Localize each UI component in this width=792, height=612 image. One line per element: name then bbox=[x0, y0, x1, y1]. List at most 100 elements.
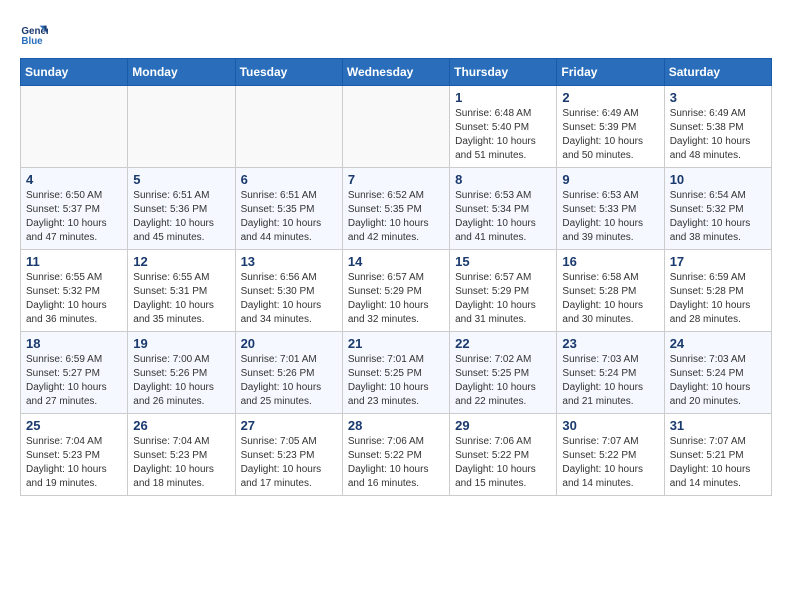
day-info: Sunrise: 7:02 AMSunset: 5:25 PMDaylight:… bbox=[455, 353, 551, 409]
day-number: 20 bbox=[241, 336, 337, 351]
day-number: 11 bbox=[26, 254, 122, 269]
calendar-day-cell: 24 Sunrise: 7:03 AMSunset: 5:24 PMDayligh… bbox=[664, 332, 771, 414]
day-info: Sunrise: 6:59 AMSunset: 5:28 PMDaylight:… bbox=[670, 271, 766, 327]
calendar-day-cell: 21 Sunrise: 7:01 AMSunset: 5:25 PMDayligh… bbox=[342, 332, 449, 414]
calendar-day-cell bbox=[128, 86, 235, 168]
weekday-header-wednesday: Wednesday bbox=[342, 59, 449, 86]
logo-icon: General Blue bbox=[20, 20, 48, 48]
day-number: 26 bbox=[133, 418, 229, 433]
calendar-day-cell: 28 Sunrise: 7:06 AMSunset: 5:22 PMDayligh… bbox=[342, 414, 449, 496]
day-number: 19 bbox=[133, 336, 229, 351]
day-info: Sunrise: 6:54 AMSunset: 5:32 PMDaylight:… bbox=[670, 189, 766, 245]
day-info: Sunrise: 6:57 AMSunset: 5:29 PMDaylight:… bbox=[348, 271, 444, 327]
day-number: 2 bbox=[562, 90, 658, 105]
calendar-day-cell bbox=[342, 86, 449, 168]
calendar-day-cell: 3 Sunrise: 6:49 AMSunset: 5:38 PMDaylight… bbox=[664, 86, 771, 168]
day-info: Sunrise: 7:01 AMSunset: 5:25 PMDaylight:… bbox=[348, 353, 444, 409]
day-info: Sunrise: 6:52 AMSunset: 5:35 PMDaylight:… bbox=[348, 189, 444, 245]
day-info: Sunrise: 7:00 AMSunset: 5:26 PMDaylight:… bbox=[133, 353, 229, 409]
calendar-day-cell: 30 Sunrise: 7:07 AMSunset: 5:22 PMDayligh… bbox=[557, 414, 664, 496]
day-info: Sunrise: 6:55 AMSunset: 5:32 PMDaylight:… bbox=[26, 271, 122, 327]
calendar-day-cell: 4 Sunrise: 6:50 AMSunset: 5:37 PMDaylight… bbox=[21, 168, 128, 250]
day-number: 8 bbox=[455, 172, 551, 187]
page-header: General Blue bbox=[20, 20, 772, 48]
weekday-header-row: SundayMondayTuesdayWednesdayThursdayFrid… bbox=[21, 59, 772, 86]
calendar-day-cell: 8 Sunrise: 6:53 AMSunset: 5:34 PMDaylight… bbox=[450, 168, 557, 250]
day-info: Sunrise: 7:07 AMSunset: 5:21 PMDaylight:… bbox=[670, 435, 766, 491]
weekday-header-friday: Friday bbox=[557, 59, 664, 86]
calendar-week-row: 1 Sunrise: 6:48 AMSunset: 5:40 PMDaylight… bbox=[21, 86, 772, 168]
calendar-day-cell: 9Sunrise: 6:53 AMSunset: 5:33 PMDaylight… bbox=[557, 168, 664, 250]
day-number: 21 bbox=[348, 336, 444, 351]
calendar-day-cell: 1 Sunrise: 6:48 AMSunset: 5:40 PMDaylight… bbox=[450, 86, 557, 168]
calendar-day-cell: 17 Sunrise: 6:59 AMSunset: 5:28 PMDayligh… bbox=[664, 250, 771, 332]
calendar-day-cell: 22 Sunrise: 7:02 AMSunset: 5:25 PMDayligh… bbox=[450, 332, 557, 414]
day-number: 7 bbox=[348, 172, 444, 187]
day-info: Sunrise: 6:56 AMSunset: 5:30 PMDaylight:… bbox=[241, 271, 337, 327]
calendar-day-cell: 27 Sunrise: 7:05 AMSunset: 5:23 PMDayligh… bbox=[235, 414, 342, 496]
day-info: Sunrise: 7:03 AMSunset: 5:24 PMDaylight:… bbox=[562, 353, 658, 409]
day-number: 5 bbox=[133, 172, 229, 187]
day-number: 12 bbox=[133, 254, 229, 269]
day-number: 22 bbox=[455, 336, 551, 351]
day-info: Sunrise: 6:53 AMSunset: 5:34 PMDaylight:… bbox=[455, 189, 551, 245]
calendar-day-cell: 15Sunrise: 6:57 AMSunset: 5:29 PMDayligh… bbox=[450, 250, 557, 332]
day-number: 24 bbox=[670, 336, 766, 351]
calendar-day-cell: 12 Sunrise: 6:55 AMSunset: 5:31 PMDayligh… bbox=[128, 250, 235, 332]
weekday-header-monday: Monday bbox=[128, 59, 235, 86]
day-info: Sunrise: 7:04 AMSunset: 5:23 PMDaylight:… bbox=[26, 435, 122, 491]
calendar-table: SundayMondayTuesdayWednesdayThursdayFrid… bbox=[20, 58, 772, 496]
day-info: Sunrise: 7:07 AMSunset: 5:22 PMDaylight:… bbox=[562, 435, 658, 491]
calendar-day-cell bbox=[21, 86, 128, 168]
calendar-day-cell: 19 Sunrise: 7:00 AMSunset: 5:26 PMDayligh… bbox=[128, 332, 235, 414]
calendar-day-cell: 31Sunrise: 7:07 AMSunset: 5:21 PMDayligh… bbox=[664, 414, 771, 496]
day-info: Sunrise: 7:04 AMSunset: 5:23 PMDaylight:… bbox=[133, 435, 229, 491]
calendar-day-cell: 6 Sunrise: 6:51 AMSunset: 5:35 PMDaylight… bbox=[235, 168, 342, 250]
day-number: 29 bbox=[455, 418, 551, 433]
calendar-day-cell: 11 Sunrise: 6:55 AMSunset: 5:32 PMDayligh… bbox=[21, 250, 128, 332]
day-number: 3 bbox=[670, 90, 766, 105]
calendar-day-cell: 26 Sunrise: 7:04 AMSunset: 5:23 PMDayligh… bbox=[128, 414, 235, 496]
day-info: Sunrise: 6:48 AMSunset: 5:40 PMDaylight:… bbox=[455, 107, 551, 163]
day-info: Sunrise: 7:06 AMSunset: 5:22 PMDaylight:… bbox=[455, 435, 551, 491]
calendar-day-cell: 5 Sunrise: 6:51 AMSunset: 5:36 PMDaylight… bbox=[128, 168, 235, 250]
calendar-day-cell: 29 Sunrise: 7:06 AMSunset: 5:22 PMDayligh… bbox=[450, 414, 557, 496]
day-info: Sunrise: 7:06 AMSunset: 5:22 PMDaylight:… bbox=[348, 435, 444, 491]
day-number: 10 bbox=[670, 172, 766, 187]
day-number: 1 bbox=[455, 90, 551, 105]
calendar-week-row: 25 Sunrise: 7:04 AMSunset: 5:23 PMDayligh… bbox=[21, 414, 772, 496]
day-info: Sunrise: 6:59 AMSunset: 5:27 PMDaylight:… bbox=[26, 353, 122, 409]
day-number: 30 bbox=[562, 418, 658, 433]
day-info: Sunrise: 6:49 AMSunset: 5:39 PMDaylight:… bbox=[562, 107, 658, 163]
day-number: 17 bbox=[670, 254, 766, 269]
day-number: 15 bbox=[455, 254, 551, 269]
day-info: Sunrise: 6:53 AMSunset: 5:33 PMDaylight:… bbox=[562, 189, 658, 245]
calendar-week-row: 11 Sunrise: 6:55 AMSunset: 5:32 PMDayligh… bbox=[21, 250, 772, 332]
svg-text:Blue: Blue bbox=[21, 36, 43, 47]
day-number: 28 bbox=[348, 418, 444, 433]
day-info: Sunrise: 6:51 AMSunset: 5:35 PMDaylight:… bbox=[241, 189, 337, 245]
weekday-header-tuesday: Tuesday bbox=[235, 59, 342, 86]
day-info: Sunrise: 6:55 AMSunset: 5:31 PMDaylight:… bbox=[133, 271, 229, 327]
day-number: 13 bbox=[241, 254, 337, 269]
calendar-week-row: 4 Sunrise: 6:50 AMSunset: 5:37 PMDaylight… bbox=[21, 168, 772, 250]
day-info: Sunrise: 6:58 AMSunset: 5:28 PMDaylight:… bbox=[562, 271, 658, 327]
calendar-day-cell: 20Sunrise: 7:01 AMSunset: 5:26 PMDayligh… bbox=[235, 332, 342, 414]
calendar-day-cell: 10 Sunrise: 6:54 AMSunset: 5:32 PMDayligh… bbox=[664, 168, 771, 250]
day-number: 6 bbox=[241, 172, 337, 187]
day-number: 27 bbox=[241, 418, 337, 433]
calendar-day-cell: 23 Sunrise: 7:03 AMSunset: 5:24 PMDayligh… bbox=[557, 332, 664, 414]
calendar-day-cell: 25 Sunrise: 7:04 AMSunset: 5:23 PMDayligh… bbox=[21, 414, 128, 496]
day-number: 25 bbox=[26, 418, 122, 433]
calendar-day-cell: 14Sunrise: 6:57 AMSunset: 5:29 PMDayligh… bbox=[342, 250, 449, 332]
day-info: Sunrise: 7:03 AMSunset: 5:24 PMDaylight:… bbox=[670, 353, 766, 409]
day-number: 4 bbox=[26, 172, 122, 187]
day-info: Sunrise: 6:51 AMSunset: 5:36 PMDaylight:… bbox=[133, 189, 229, 245]
day-info: Sunrise: 7:05 AMSunset: 5:23 PMDaylight:… bbox=[241, 435, 337, 491]
day-number: 23 bbox=[562, 336, 658, 351]
calendar-day-cell: 16 Sunrise: 6:58 AMSunset: 5:28 PMDayligh… bbox=[557, 250, 664, 332]
day-info: Sunrise: 6:49 AMSunset: 5:38 PMDaylight:… bbox=[670, 107, 766, 163]
day-info: Sunrise: 6:50 AMSunset: 5:37 PMDaylight:… bbox=[26, 189, 122, 245]
day-number: 16 bbox=[562, 254, 658, 269]
calendar-day-cell: 18Sunrise: 6:59 AMSunset: 5:27 PMDayligh… bbox=[21, 332, 128, 414]
